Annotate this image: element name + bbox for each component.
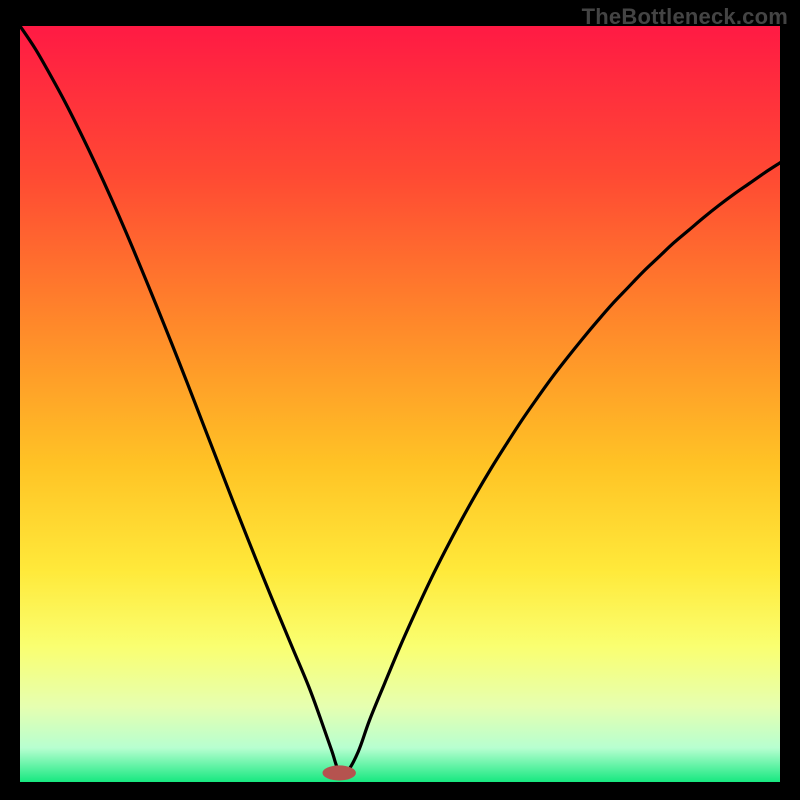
chart-frame: TheBottleneck.com <box>0 0 800 800</box>
watermark-text: TheBottleneck.com <box>582 4 788 30</box>
plot-area <box>20 26 780 782</box>
optimal-point-marker <box>322 765 355 780</box>
gradient-background <box>20 26 780 782</box>
bottleneck-chart <box>20 26 780 782</box>
